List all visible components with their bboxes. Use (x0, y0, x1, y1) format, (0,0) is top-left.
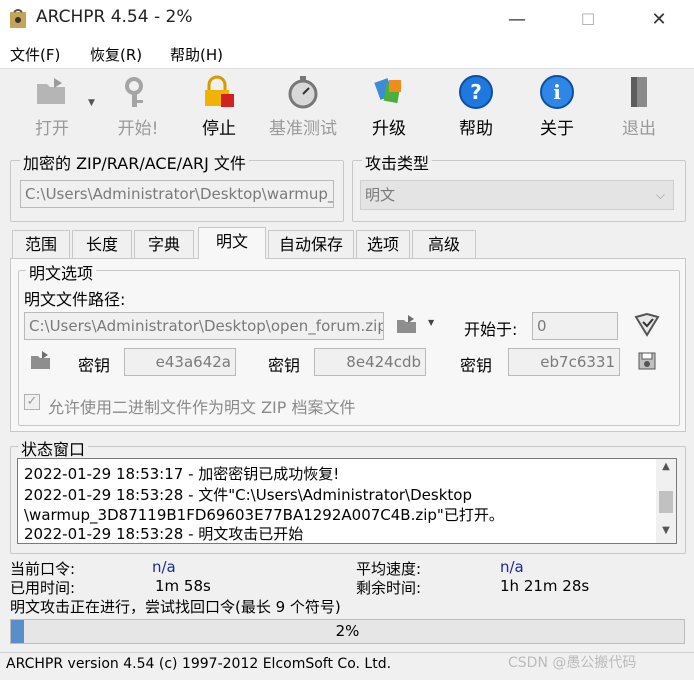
progress-label: 2% (335, 622, 360, 640)
elapsed-time-value: 1m 58s (155, 577, 211, 595)
menu-file[interactable]: 文件(F) (10, 44, 60, 65)
menu-help[interactable]: 帮助(H) (170, 44, 223, 65)
exit-door-icon (631, 77, 647, 107)
tab-dictionary[interactable]: 字典 (134, 230, 194, 258)
key2-label: 密钥 (268, 356, 301, 375)
status-scrollbar[interactable]: ▲ ▼ (656, 459, 676, 543)
minimize-button[interactable]: — (494, 0, 540, 38)
close-button[interactable]: ✕ (636, 0, 682, 38)
status-line: 2022-01-29 18:53:28 - 文件"C:\Users\Admini… (24, 486, 472, 504)
tab-advanced[interactable]: 高级 (412, 230, 476, 258)
plaintext-path-input[interactable]: C:\Users\Administrator\Desktop\open_foru… (24, 312, 384, 340)
open-label: 打开 (35, 119, 69, 139)
encrypted-file-group-label: 加密的 ZIP/RAR/ACE/ARJ 文件 (20, 150, 249, 174)
plaintext-path-label: 明文文件路径: (24, 290, 126, 309)
tab-length[interactable]: 长度 (72, 230, 132, 258)
remaining-time-value: 1h 21m 28s (500, 577, 590, 595)
scroll-up-icon[interactable]: ▲ (656, 461, 676, 472)
upgrade-icon (374, 78, 401, 104)
key3-input[interactable]: eb7c6331 (508, 348, 620, 376)
scroll-down-icon[interactable]: ▼ (656, 525, 676, 536)
elapsed-time-label: 已用时间: (10, 579, 76, 597)
browse-folder-icon[interactable] (396, 314, 418, 338)
key2-input[interactable]: 8e424cdb (314, 348, 426, 376)
benchmark-label: 基准测试 (269, 119, 337, 139)
tab-autosave[interactable]: 自动保存 (268, 230, 354, 258)
start-at-input[interactable]: 0 (532, 312, 618, 340)
benchmark-button[interactable]: 基准测试 (265, 74, 341, 144)
start-at-label: 开始于: (464, 320, 518, 339)
stop-lock-icon (205, 75, 234, 107)
csdn-watermark: CSDN @愚公搬代码 (508, 655, 637, 671)
maximize-button[interactable]: ☐ (565, 0, 611, 38)
attack-type-select[interactable]: 明文 ⌵ (360, 180, 674, 210)
start-label: 开始! (117, 119, 159, 139)
start-key-icon (125, 77, 143, 107)
stop-label: 停止 (202, 119, 236, 139)
current-password-value: n/a (152, 558, 176, 576)
save-keys-icon[interactable] (636, 350, 658, 376)
average-speed-value: n/a (500, 558, 524, 576)
key1-input[interactable]: e43a642a (124, 348, 236, 376)
current-password-label: 当前口令: (10, 560, 76, 578)
stop-button[interactable]: 停止 (183, 74, 255, 144)
chevron-down-icon: ⌵ (655, 188, 665, 202)
version-text: ARCHPR version 4.54 (c) 1997-2012 ElcomS… (6, 656, 392, 672)
load-keys-icon[interactable] (30, 350, 52, 374)
status-window-label: 状态窗口 (18, 436, 89, 460)
tab-plaintext[interactable]: 明文 (198, 227, 266, 259)
open-folder-icon (37, 78, 65, 104)
allow-binary-checkbox[interactable]: ✓ (24, 394, 40, 410)
status-line: \warmup_3D87119B1FD69603E77BA1292A007C4B… (24, 506, 504, 524)
open-dropdown-arrow-icon[interactable]: ▼ (88, 98, 95, 108)
about-button[interactable]: i 关于 (521, 74, 593, 144)
attack-status-message: 明文攻击正在进行，尝试找回口令(最长 9 个符号) (10, 598, 341, 616)
stopwatch-icon (288, 76, 318, 109)
allow-binary-label: 允许使用二进制文件作为明文 ZIP 档案文件 (48, 398, 356, 417)
progress-bar: 2% (10, 619, 685, 644)
exit-label: 退出 (622, 119, 656, 139)
status-line: 2022-01-29 18:53:17 - 加密密钥已成功恢复! (24, 465, 340, 483)
browse-dropdown-arrow-icon[interactable]: ▼ (428, 318, 434, 327)
key-shield-icon[interactable] (634, 312, 660, 341)
status-log[interactable]: 2022-01-29 18:53:17 - 加密密钥已成功恢复! 2022-01… (17, 458, 677, 544)
window-title: ARCHPR 4.54 - 2% (36, 7, 193, 27)
upgrade-label: 升级 (372, 119, 406, 139)
attack-type-value: 明文 (365, 186, 396, 204)
about-info-icon: i (540, 75, 574, 109)
svg-text:?: ? (470, 80, 482, 104)
start-button[interactable]: 开始! (102, 74, 174, 144)
menu-recover[interactable]: 恢复(R) (90, 44, 142, 65)
remaining-time-label: 剩余时间: (356, 579, 422, 597)
help-label: 帮助 (459, 119, 493, 139)
about-label: 关于 (540, 119, 574, 139)
scroll-thumb[interactable] (659, 491, 673, 513)
svg-text:i: i (553, 80, 561, 104)
key1-label: 密钥 (78, 356, 111, 375)
tab-range[interactable]: 范围 (12, 230, 70, 258)
help-question-icon: ? (459, 75, 493, 109)
archpr-app-icon (8, 8, 30, 30)
help-button[interactable]: ? 帮助 (440, 74, 512, 144)
upgrade-button[interactable]: 升级 (353, 74, 425, 144)
average-speed-label: 平均速度: (356, 560, 422, 578)
status-line: 2022-01-29 18:53:28 - 明文攻击已开始 (24, 525, 304, 543)
exit-button[interactable]: 退出 (603, 74, 675, 144)
tab-options[interactable]: 选项 (356, 230, 410, 258)
attack-type-group-label: 攻击类型 (362, 150, 433, 174)
plaintext-options-label: 明文选项 (26, 260, 97, 284)
open-button[interactable]: 打开 (16, 74, 88, 144)
encrypted-file-path-input[interactable]: C:\Users\Administrator\Desktop\warmup_ (20, 180, 334, 208)
key3-label: 密钥 (460, 356, 493, 375)
